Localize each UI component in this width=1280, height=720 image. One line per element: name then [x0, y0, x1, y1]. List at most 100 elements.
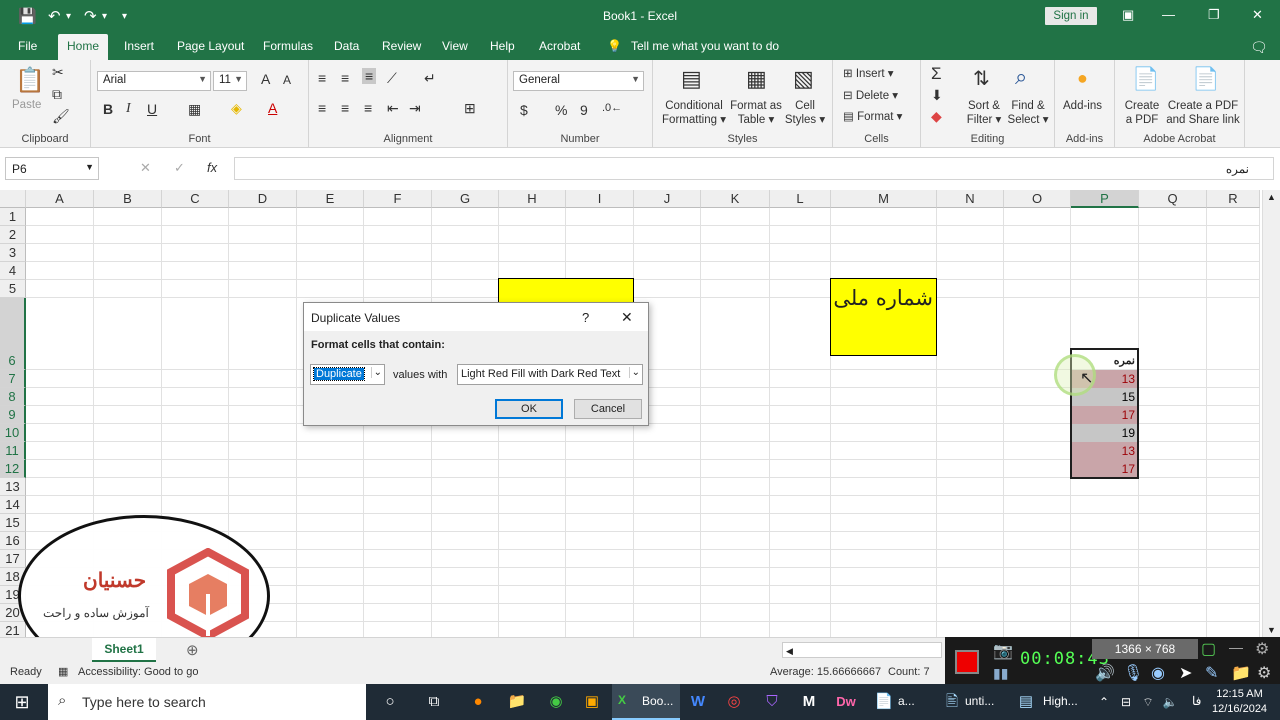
- font-color-icon[interactable]: A: [268, 100, 277, 116]
- conditional-formatting-button[interactable]: Conditional Formatting ▾: [659, 99, 729, 127]
- row-header[interactable]: 17: [0, 550, 26, 568]
- share-pdf-icon[interactable]: 📄: [1192, 66, 1219, 92]
- name-box[interactable]: P6 ▼: [5, 157, 99, 180]
- column-header[interactable]: F: [364, 190, 432, 208]
- row-header[interactable]: 1: [0, 208, 26, 226]
- column-header[interactable]: J: [634, 190, 701, 208]
- currency-button[interactable]: $: [520, 102, 528, 118]
- app-icon[interactable]: ▣: [580, 690, 604, 714]
- column-header[interactable]: M: [831, 190, 937, 208]
- row-header[interactable]: 9: [0, 406, 26, 424]
- autosum-icon[interactable]: Σ: [931, 64, 942, 84]
- row-header[interactable]: 13: [0, 478, 26, 496]
- cell-m5[interactable]: شماره ملی: [830, 278, 937, 356]
- camera-icon[interactable]: 📷: [993, 641, 1013, 661]
- paste-icon[interactable]: 📋: [15, 66, 45, 95]
- format-cells-button[interactable]: ▤ Format ▾: [843, 110, 902, 124]
- sheet-tab[interactable]: Sheet1: [92, 638, 156, 662]
- align-center-icon[interactable]: ≡: [341, 100, 349, 116]
- row-header[interactable]: 7: [0, 370, 26, 388]
- sort-filter-icon[interactable]: ⇅: [973, 66, 990, 91]
- scroll-up-icon[interactable]: ▲: [1267, 192, 1276, 202]
- accessibility-icon[interactable]: ▦: [58, 665, 68, 678]
- horizontal-scrollbar[interactable]: ◀: [782, 642, 942, 658]
- tab-view[interactable]: View: [442, 39, 468, 53]
- excel-taskbar-button[interactable]: X Boo...: [612, 684, 680, 720]
- row-header[interactable]: 10: [0, 424, 26, 442]
- confirm-entry-icon[interactable]: ✓: [174, 160, 185, 176]
- taskbar-search[interactable]: ⌕ Type here to search: [48, 684, 366, 720]
- increase-indent-icon[interactable]: ⇥: [409, 100, 421, 117]
- delete-cells-button[interactable]: ⊟ Delete ▾: [843, 89, 898, 103]
- column-header[interactable]: O: [1004, 190, 1071, 208]
- file-explorer-icon[interactable]: 📁: [505, 690, 529, 714]
- align-middle-icon[interactable]: ≡: [341, 70, 349, 86]
- cancel-button[interactable]: Cancel: [574, 399, 642, 419]
- row-header[interactable]: 12: [0, 460, 26, 478]
- sort-filter-button[interactable]: Sort & Filter ▾: [963, 99, 1005, 127]
- rule-select[interactable]: Duplicate ⌄: [310, 364, 385, 385]
- column-header[interactable]: L: [770, 190, 831, 208]
- recorder-settings-icon[interactable]: ⚙: [1255, 639, 1269, 659]
- word-icon[interactable]: W: [686, 690, 710, 714]
- tab-review[interactable]: Review: [382, 39, 421, 53]
- column-header[interactable]: K: [701, 190, 770, 208]
- fill-icon[interactable]: ⬇: [931, 87, 943, 104]
- gear-icon[interactable]: ⚙: [1257, 663, 1271, 683]
- row-header[interactable]: 8: [0, 388, 26, 406]
- wrap-text-icon[interactable]: ↵: [424, 70, 436, 87]
- tab-data[interactable]: Data: [334, 39, 359, 53]
- recorder-minimize-icon[interactable]: —: [1229, 639, 1243, 655]
- chrome-icon[interactable]: ◉: [544, 690, 568, 714]
- help-button[interactable]: ?: [582, 310, 589, 325]
- scroll-left-icon[interactable]: ◀: [783, 646, 793, 656]
- pause-icon[interactable]: ▮▮: [993, 665, 1008, 682]
- orientation-icon[interactable]: ⟋: [387, 70, 397, 87]
- column-header[interactable]: N: [937, 190, 1004, 208]
- tab-home[interactable]: Home: [58, 34, 109, 60]
- insert-function-button[interactable]: fx: [207, 160, 217, 175]
- format-as-table-button[interactable]: Format as Table ▾: [729, 99, 783, 127]
- row-header[interactable]: 21: [0, 622, 26, 637]
- maximize-icon[interactable]: ❐: [1208, 7, 1220, 23]
- row-header[interactable]: 11: [0, 442, 26, 460]
- high-taskbar-label[interactable]: High...: [1043, 694, 1078, 708]
- column-header[interactable]: H: [499, 190, 566, 208]
- clear-icon[interactable]: ◆: [931, 108, 942, 125]
- column-header[interactable]: A: [26, 190, 94, 208]
- record-stop-button[interactable]: [955, 650, 979, 674]
- cortana-icon[interactable]: ○: [378, 690, 402, 714]
- tab-acrobat[interactable]: Acrobat: [539, 39, 580, 53]
- tab-file[interactable]: File: [18, 39, 37, 53]
- close-icon[interactable]: ✕: [1252, 7, 1263, 23]
- cursor-icon[interactable]: ➤: [1179, 663, 1192, 683]
- vertical-scrollbar[interactable]: ▲ ▼: [1262, 190, 1280, 637]
- comma-button[interactable]: 9: [580, 102, 588, 118]
- align-bottom-icon[interactable]: ≡: [362, 68, 377, 84]
- volume-icon[interactable]: 🔈: [1158, 690, 1182, 714]
- merge-center-icon[interactable]: ⊞: [464, 100, 476, 117]
- format-select[interactable]: Light Red Fill with Dark Red Text ⌄: [457, 364, 643, 385]
- create-pdf-button[interactable]: Create a PDF: [1124, 99, 1160, 127]
- number-format-combo[interactable]: General ▼: [513, 71, 644, 91]
- addins-icon[interactable]: ●: [1077, 68, 1088, 89]
- dialog-close-button[interactable]: ✕: [621, 309, 633, 326]
- untitled-app-icon[interactable]: 🖹: [940, 690, 964, 714]
- language-indicator[interactable]: فا: [1192, 694, 1201, 708]
- folder-icon[interactable]: 📁: [1231, 663, 1251, 683]
- column-header[interactable]: D: [229, 190, 297, 208]
- start-icon[interactable]: ⊞: [10, 690, 34, 714]
- borders-icon[interactable]: ▦: [188, 101, 201, 118]
- tray-overflow-icon[interactable]: ⌃: [1092, 690, 1116, 714]
- share-pdf-button[interactable]: Create a PDF and Share link: [1163, 99, 1243, 127]
- cell-styles-icon[interactable]: ▧: [793, 66, 814, 92]
- clock[interactable]: 12:15 AM 12/16/2024: [1212, 687, 1267, 717]
- dreamweaver-icon[interactable]: Dw: [834, 690, 858, 714]
- comments-icon[interactable]: 🗨: [1250, 39, 1268, 56]
- cut-icon[interactable]: ✂: [52, 64, 64, 81]
- draw-icon[interactable]: ✎: [1205, 663, 1218, 683]
- untitled-taskbar-label[interactable]: unti...: [965, 694, 994, 708]
- column-header[interactable]: I: [566, 190, 634, 208]
- tab-help[interactable]: Help: [490, 39, 515, 53]
- column-header[interactable]: G: [432, 190, 499, 208]
